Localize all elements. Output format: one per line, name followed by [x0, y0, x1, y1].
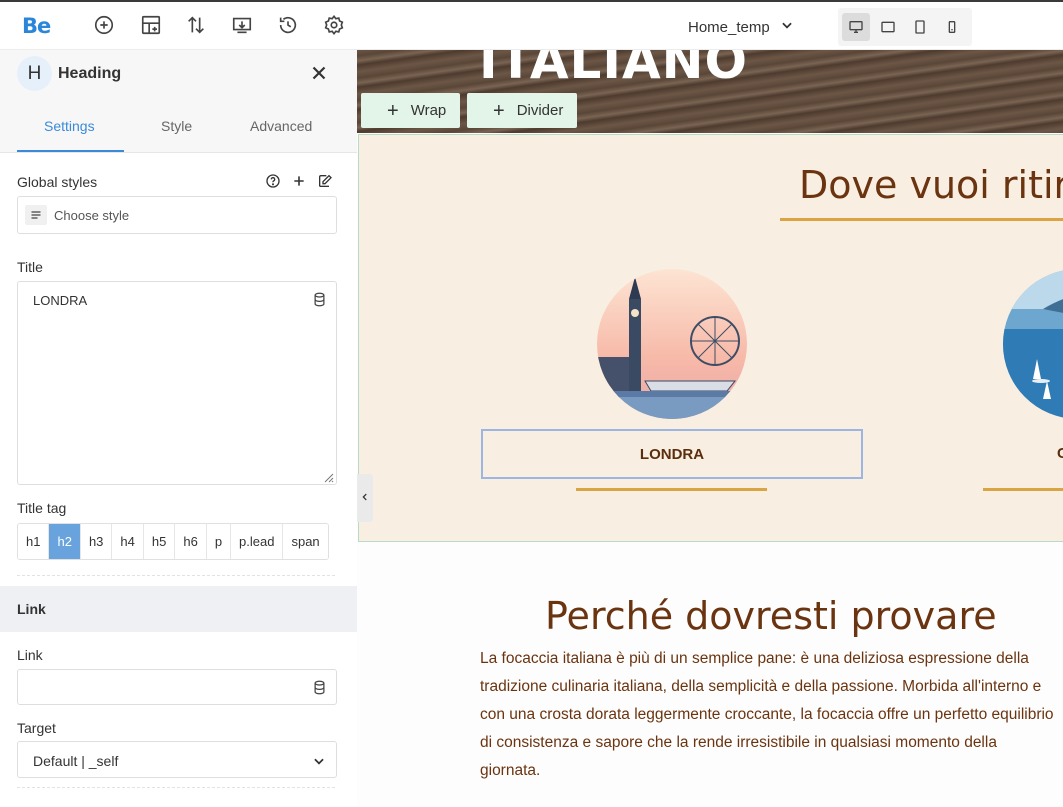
add-wrap-button[interactable]: + Wrap — [361, 93, 461, 128]
heading-divider — [780, 218, 1063, 221]
edit-style-icon[interactable] — [317, 173, 333, 194]
tab-active-indicator — [17, 150, 124, 152]
city-heading[interactable]: C — [1057, 445, 1063, 462]
pickup-section[interactable]: Dove vuoi ritir LONDRA C — [358, 134, 1063, 542]
tab-settings[interactable]: Settings — [44, 118, 95, 134]
tag-h3[interactable]: h3 — [80, 524, 113, 559]
database-icon[interactable] — [308, 676, 330, 698]
city-divider — [576, 488, 767, 491]
tab-advanced[interactable]: Advanced — [250, 118, 312, 134]
tablet-landscape-icon[interactable] — [874, 13, 902, 41]
divider — [17, 575, 335, 576]
desktop-icon[interactable] — [842, 13, 870, 41]
link-section-title: Link — [17, 601, 46, 617]
plus-icon: + — [387, 99, 399, 122]
tag-h1[interactable]: h1 — [18, 524, 50, 559]
plus-icon[interactable] — [291, 173, 307, 194]
city-heading-selected[interactable]: LONDRA — [481, 429, 863, 479]
tag-span[interactable]: span — [283, 524, 328, 559]
section-heading[interactable]: Dove vuoi ritir — [799, 163, 1063, 207]
top-toolbar: Be Home_temp — [0, 0, 1063, 50]
close-icon[interactable] — [308, 62, 330, 84]
chevron-down-icon — [312, 754, 326, 768]
panel-tabs: Settings Style Advanced — [0, 99, 357, 153]
why-heading[interactable]: Perché dovresti provare — [545, 594, 997, 638]
divider-label: Divider — [516, 102, 564, 119]
target-label: Target — [17, 720, 56, 736]
panel-header: H Heading — [0, 50, 357, 99]
hero-section[interactable]: ITALIANO — [357, 50, 1063, 133]
add-divider-button[interactable]: + Divider — [467, 93, 578, 128]
app-logo[interactable]: Be — [22, 14, 51, 38]
city-divider — [983, 488, 1063, 491]
title-tag-label: Title tag — [17, 500, 67, 516]
tag-h5[interactable]: h5 — [143, 524, 176, 559]
device-switcher — [838, 8, 972, 46]
title-tag-group: h1 h2 h3 h4 h5 h6 p p.lead span — [17, 523, 329, 560]
chevron-down-icon — [780, 18, 794, 36]
why-paragraph[interactable]: La focaccia italiana è più di un semplic… — [480, 645, 1060, 785]
mobile-icon[interactable] — [938, 13, 966, 41]
template-name: Home_temp — [688, 18, 770, 36]
coast-image[interactable] — [1003, 269, 1063, 419]
layout-icon[interactable] — [140, 14, 162, 36]
panel-title: Heading — [58, 65, 122, 82]
template-select[interactable]: Home_temp — [688, 16, 794, 38]
wrap-label: Wrap — [410, 102, 447, 119]
page-canvas: ITALIANO + Wrap + Divider Dove vuoi riti… — [357, 50, 1063, 807]
chevron-left-icon — [360, 489, 370, 507]
link-section-header[interactable]: Link — [0, 586, 357, 632]
settings-panel: H Heading Settings Style Advanced Global… — [0, 50, 357, 807]
hero-title[interactable]: ITALIANO — [479, 50, 748, 90]
import-icon[interactable] — [231, 14, 253, 36]
choose-style-placeholder: Choose style — [54, 208, 130, 223]
tag-h6[interactable]: h6 — [175, 524, 207, 559]
target-select[interactable]: Default | _self — [17, 741, 337, 778]
choose-style-select[interactable]: Choose style — [17, 196, 337, 234]
tag-p-lead[interactable]: p.lead — [231, 524, 284, 559]
help-icon[interactable] — [265, 173, 281, 194]
global-styles-actions — [265, 173, 333, 194]
link-input[interactable] — [17, 669, 337, 705]
database-icon[interactable] — [308, 288, 330, 310]
london-image[interactable] — [597, 269, 747, 419]
panel-collapse-toggle[interactable] — [357, 474, 373, 522]
global-styles-label: Global styles — [17, 174, 98, 190]
sort-icon[interactable] — [185, 14, 207, 36]
title-textarea[interactable]: LONDRA — [17, 281, 337, 485]
tablet-portrait-icon[interactable] — [906, 13, 934, 41]
tab-style[interactable]: Style — [161, 118, 192, 134]
target-value: Default | _self — [33, 753, 119, 769]
gear-icon[interactable] — [323, 14, 345, 36]
add-icon[interactable] — [93, 14, 115, 36]
tag-p[interactable]: p — [206, 524, 232, 559]
tag-h4[interactable]: h4 — [112, 524, 144, 559]
heading-badge: H — [17, 56, 52, 91]
title-value: LONDRA — [33, 293, 88, 308]
divider — [17, 787, 335, 788]
link-label: Link — [17, 647, 43, 663]
list-icon — [25, 205, 47, 225]
tag-h2[interactable]: h2 — [49, 524, 81, 559]
resize-handle-icon[interactable] — [322, 470, 334, 483]
plus-icon: + — [493, 99, 505, 122]
history-icon[interactable] — [277, 14, 299, 36]
title-label: Title — [17, 259, 43, 275]
